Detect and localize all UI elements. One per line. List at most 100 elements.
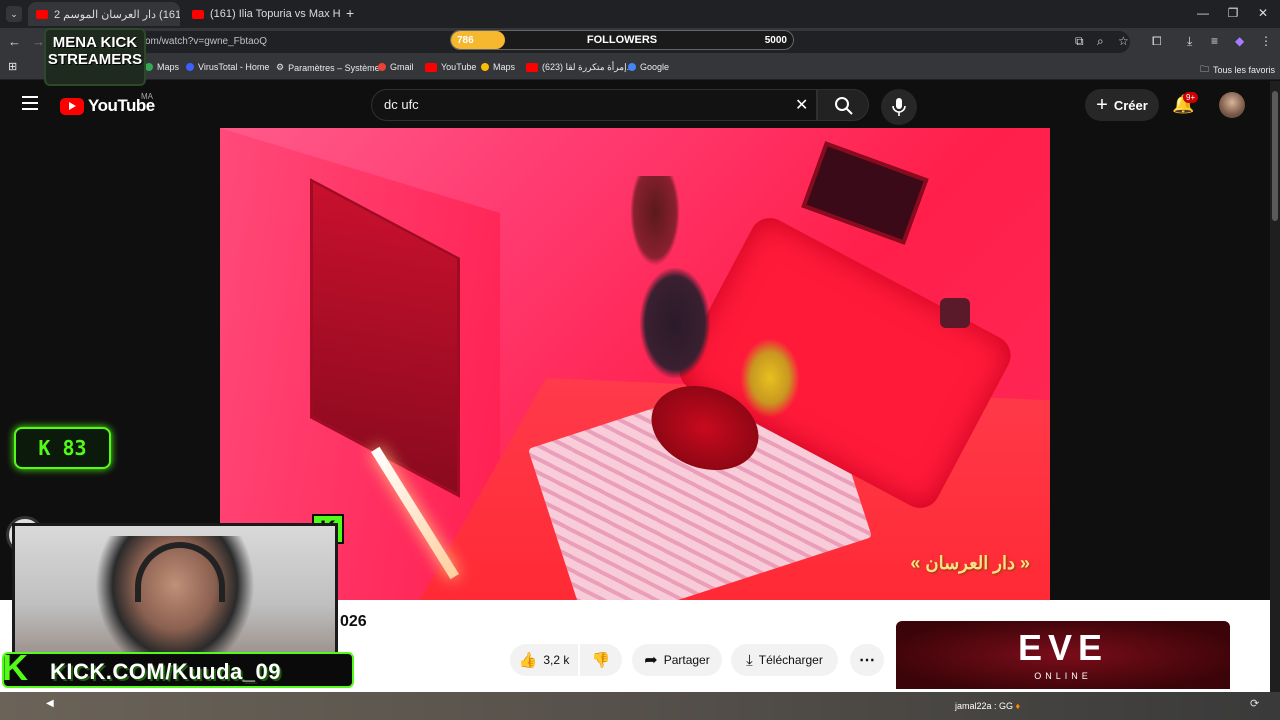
- share-label: Partager: [663, 653, 710, 667]
- bookmark-virustotal[interactable]: VirusTotal - Home: [186, 62, 269, 72]
- cast-icon[interactable]: ⧉: [1075, 34, 1084, 49]
- floor-lamp: [940, 298, 970, 328]
- bookmark-maps[interactable]: Maps: [145, 62, 179, 72]
- bookmark-video[interactable]: (623) إمرأة متكررة لقا...: [526, 62, 634, 73]
- search-box[interactable]: [371, 89, 817, 121]
- bookmark-label: VirusTotal - Home: [198, 62, 270, 72]
- clear-search-icon[interactable]: ✕: [795, 95, 808, 115]
- microphone-icon: [892, 98, 906, 116]
- create-button[interactable]: + Créer: [1085, 89, 1159, 121]
- download-icon[interactable]: ⤓: [1187, 34, 1192, 49]
- followers-goal: 5000: [764, 35, 787, 46]
- gear-icon: ⚙: [276, 62, 285, 72]
- tab-inactive[interactable]: (161) Ilia Topuria vs Max Hollow ✕: [184, 2, 340, 26]
- thumbs-up-icon: 👍: [518, 652, 538, 669]
- bookmark-label: Paramètres – Système: [288, 62, 380, 73]
- chat-message: jamal22a : GG ♦: [955, 701, 1020, 711]
- folder-icon: 🗀: [1200, 64, 1210, 74]
- notifications-button[interactable]: 🔔 9+: [1172, 92, 1199, 115]
- ad-subtitle: ONLINE: [1034, 671, 1092, 681]
- bookmark-label: Maps: [493, 62, 516, 72]
- profile-icon[interactable]: ◆: [1235, 34, 1244, 48]
- bookmark-label: Google: [640, 62, 670, 72]
- youtube-favicon-icon: [192, 9, 204, 19]
- youtube-icon: [425, 62, 437, 72]
- mena-kick-streamers-logo: MENA KICK STREAMERS: [44, 28, 146, 86]
- scrollbar-thumb[interactable]: [1272, 91, 1278, 221]
- back-icon[interactable]: ←: [8, 34, 21, 49]
- download-icon: ⤓: [746, 651, 753, 669]
- tab-active-label: (161) دار العرسان الموسم 2: [54, 8, 180, 21]
- bookmark-label: Maps: [157, 62, 180, 72]
- minimize-icon[interactable]: —: [1188, 6, 1218, 20]
- video-player[interactable]: « دار العرسان »: [220, 128, 1050, 600]
- extensions-icon[interactable]: ⧠: [1152, 34, 1162, 49]
- bookmark-maps-2[interactable]: Maps: [481, 62, 515, 72]
- taskbar-arrow-icon[interactable]: ◀: [46, 698, 54, 709]
- kick-viewer-badge: K 83: [14, 427, 111, 469]
- followers-label: FOLLOWERS: [586, 34, 658, 46]
- google-icon: [628, 63, 636, 71]
- ad-brand: EVE: [1017, 627, 1109, 668]
- reading-list-icon[interactable]: ≡: [1211, 34, 1218, 48]
- new-tab-icon[interactable]: +: [346, 5, 354, 21]
- youtube-play-icon: [60, 97, 84, 115]
- hamburger-menu-icon[interactable]: [22, 96, 38, 110]
- tab-search-icon[interactable]: ⌄: [6, 6, 22, 22]
- bookmark-google[interactable]: Google: [628, 62, 669, 72]
- tab-active[interactable]: (161) دار العرسان الموسم 2 🔊 ✕: [28, 2, 180, 26]
- like-button[interactable]: 👍 3,2 k: [510, 644, 578, 676]
- system-tray-icon[interactable]: ⟳: [1250, 697, 1259, 710]
- bookmark-youtube[interactable]: YouTube: [425, 62, 476, 72]
- dislike-button[interactable]: 👎: [580, 644, 622, 676]
- avatar[interactable]: [1219, 92, 1245, 118]
- bookmark-label: YouTube: [441, 62, 477, 72]
- bookmark-label: Gmail: [390, 62, 414, 72]
- region-code: MA: [141, 92, 153, 101]
- maps-icon: [481, 63, 489, 71]
- bookmarks-bar: ⊞ Maps VirusTotal - Home ⚙ Paramètres – S…: [0, 56, 1280, 80]
- share-icon: ➦: [644, 652, 658, 669]
- more-dots-icon: ⋯: [859, 652, 875, 669]
- share-button[interactable]: ➦ Partager: [632, 644, 722, 676]
- virustotal-icon: [186, 63, 194, 71]
- close-window-icon[interactable]: ✕: [1248, 6, 1278, 20]
- like-count: 3,2 k: [543, 653, 570, 667]
- tab-inactive-label: (161) Ilia Topuria vs Max Hollow: [210, 8, 340, 20]
- fire-icon: ♦: [1013, 701, 1021, 711]
- notification-count-badge: 9+: [1183, 92, 1199, 103]
- download-label: Télécharger: [758, 653, 823, 667]
- mena-logo-line2: STREAMERS: [47, 51, 143, 68]
- bookmark-label: (623) إمرأة متكررة لقا...: [542, 62, 634, 72]
- restore-icon[interactable]: ❐: [1218, 6, 1248, 20]
- bookmark-gmail[interactable]: Gmail: [378, 62, 414, 72]
- youtube-icon: [526, 63, 538, 72]
- all-bookmarks-label: Tous les favoris: [1213, 65, 1276, 75]
- bookmark-settings[interactable]: ⚙ Paramètres – Système: [276, 62, 380, 73]
- video-title: 026: [340, 613, 367, 630]
- zoom-icon[interactable]: ⌕: [1097, 34, 1104, 49]
- url-text[interactable]: om/watch?v=gwne_FbtaoQ: [145, 36, 267, 47]
- voice-search-button[interactable]: [881, 89, 917, 125]
- person-standing: [640, 268, 710, 378]
- youtube-favicon-icon: [36, 9, 48, 19]
- more-actions-button[interactable]: ⋯: [850, 644, 884, 676]
- bookmark-star-icon[interactable]: ☆: [1118, 34, 1129, 48]
- menu-dots-icon[interactable]: ⋮: [1260, 34, 1272, 48]
- search-button[interactable]: [817, 89, 869, 121]
- search-input[interactable]: dc ufc: [384, 97, 419, 112]
- watermark-text: دار العرسان: [925, 553, 1015, 573]
- apps-grid-icon[interactable]: ⊞: [8, 60, 17, 73]
- create-label: Créer: [1113, 97, 1148, 113]
- mena-logo-line1: MENA KICK: [52, 34, 138, 51]
- all-bookmarks[interactable]: 🗀 Tous les favoris: [1200, 62, 1275, 78]
- person-sitting: [740, 338, 800, 418]
- browser-tab-strip: ⌄ (161) دار العرسان الموسم 2 🔊 ✕ (161) I…: [0, 0, 1280, 28]
- ad-banner[interactable]: EVE ONLINE: [896, 621, 1230, 689]
- download-button[interactable]: ⤓ Télécharger: [731, 644, 838, 676]
- maps-icon: [145, 63, 153, 71]
- tv-screen: [801, 141, 929, 245]
- followers-goal-bar: 786 FOLLOWERS 5000: [450, 30, 794, 50]
- page-scrollbar[interactable]: [1270, 81, 1280, 692]
- taskbar: ◀ jamal22a : GG ♦ ⟳: [0, 692, 1280, 720]
